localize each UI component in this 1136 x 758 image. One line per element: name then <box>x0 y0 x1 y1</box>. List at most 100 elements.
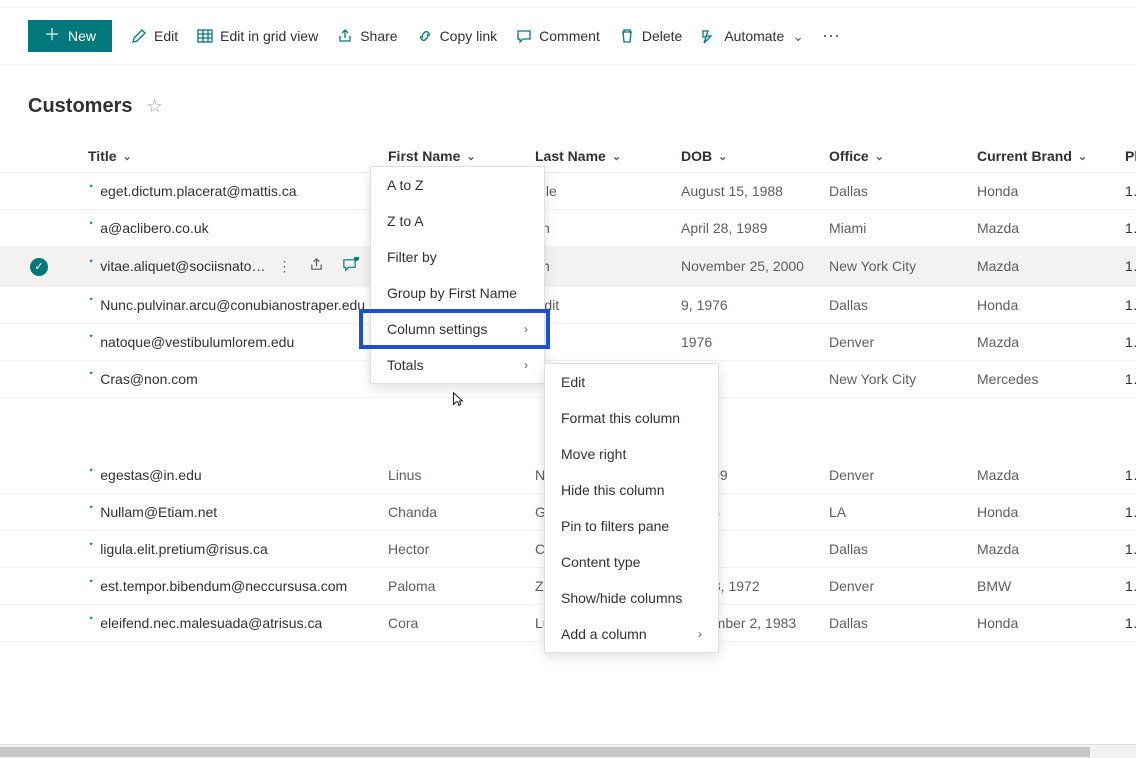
delete-button[interactable]: Delete <box>618 27 682 45</box>
submenu-item[interactable]: Pin to filters pane <box>545 508 718 544</box>
item-indicator-icon: ⋆ <box>88 297 94 306</box>
edit-label: Edit <box>154 28 178 44</box>
item-indicator-icon: ⋆ <box>88 615 94 624</box>
pho-cell: 1-99 <box>1115 173 1136 210</box>
brand-cell: Mazda <box>967 323 1115 360</box>
row-select-cell[interactable]: ✓ <box>0 247 78 287</box>
submenu-item[interactable]: Add a column› <box>545 616 718 652</box>
row-select-cell[interactable] <box>0 457 78 494</box>
new-button[interactable]: ＋ New <box>28 20 112 52</box>
title-text: a@aclibero.co.uk <box>100 220 208 236</box>
office-cell: Dallas <box>819 286 967 323</box>
column-header-title[interactable]: Title⌄ <box>78 140 378 173</box>
title-cell[interactable]: ⋆eget.dictum.placerat@mattis.ca <box>78 173 378 210</box>
title-cell[interactable]: ⋆Cras@non.com <box>78 360 378 397</box>
submenu-item[interactable]: Hide this column <box>545 472 718 508</box>
row-select-cell[interactable] <box>0 531 78 568</box>
pencil-icon <box>130 27 148 45</box>
header-menu-item[interactable]: Z to A <box>371 203 544 239</box>
edit-in-grid-button[interactable]: Edit in grid view <box>196 27 318 45</box>
column-header-select[interactable] <box>0 140 78 173</box>
submenu-item[interactable]: Move right <box>545 436 718 472</box>
submenu-item[interactable]: Show/hide columns <box>545 580 718 616</box>
submenu-item[interactable]: Content type <box>545 544 718 580</box>
row-select-cell[interactable] <box>0 210 78 247</box>
brand-cell: Mazda <box>967 210 1115 247</box>
header-menu-item[interactable]: Totals › <box>371 347 544 383</box>
column-header-menu: A to ZZ to AFilter by Group by First Name… <box>370 166 545 384</box>
favorite-star-icon[interactable]: ☆ <box>146 96 162 117</box>
column-header-dob[interactable]: DOB⌄ <box>671 140 819 173</box>
item-indicator-icon: ⋆ <box>88 334 94 343</box>
dob-cell: November 25, 2000 <box>671 247 819 287</box>
row-select-cell[interactable] <box>0 323 78 360</box>
title-cell[interactable]: ⋆est.tempor.bibendum@neccursusa.com <box>78 568 378 605</box>
header-menu-item[interactable]: A to Z <box>371 167 544 203</box>
row-more-icon[interactable]: ⋮ <box>277 258 291 275</box>
title-text: Nullam@Etiam.net <box>100 504 217 520</box>
column-header-office[interactable]: Office⌄ <box>819 140 967 173</box>
header-menu-item[interactable]: Group by First Name <box>371 275 544 311</box>
row-comment-icon[interactable] <box>342 257 357 275</box>
column-header-last-name[interactable]: Last Name⌄ <box>525 140 671 173</box>
table-row[interactable]: ⋆natoque@vestibulumlorem.edu1976DenverMa… <box>0 323 1136 360</box>
chevron-down-icon: ⌄ <box>718 150 727 163</box>
share-label: Share <box>360 28 397 44</box>
automate-label: Automate <box>724 28 784 44</box>
header-menu-item[interactable]: Column settings› <box>371 311 544 347</box>
column-header-current-brand[interactable]: Current Brand⌄ <box>967 140 1115 173</box>
command-bar: ＋ New Edit Edit in grid view Share Copy … <box>0 8 1136 65</box>
row-select-cell[interactable] <box>0 605 78 642</box>
header-menu-item-label: Group by First Name <box>387 285 517 301</box>
office-cell: New York City <box>819 360 967 397</box>
submenu-item[interactable]: Edit <box>545 364 718 400</box>
delete-label: Delete <box>642 28 682 44</box>
automate-button[interactable]: Automate ⌄ <box>700 27 804 45</box>
plus-icon: ＋ <box>44 28 60 44</box>
pho-cell: 1-40 <box>1115 605 1136 642</box>
office-cell: Denver <box>819 457 967 494</box>
title-cell[interactable]: ⋆eleifend.nec.malesuada@atrisus.ca <box>78 605 378 642</box>
title-cell[interactable]: ⋆Nullam@Etiam.net <box>78 494 378 531</box>
row-select-cell[interactable] <box>0 286 78 323</box>
scrollbar-thumb[interactable] <box>0 747 1090 757</box>
row-share-icon[interactable] <box>309 257 324 275</box>
header-menu-item-label: Column settings <box>387 321 487 337</box>
dob-cell: 9, 1976 <box>671 286 819 323</box>
first-cell: Chanda <box>378 494 525 531</box>
chevron-down-icon: ⌄ <box>612 150 621 163</box>
title-cell[interactable]: ⋆vitae.aliquet@sociisnato…⋮ <box>78 247 378 287</box>
title-cell[interactable]: ⋆ Nunc.pulvinar.arcu@conubianostraper.edu <box>78 286 378 323</box>
table-row[interactable]: ✓⋆vitae.aliquet@sociisnato…⋮ithNovember … <box>0 247 1136 287</box>
title-cell[interactable]: ⋆egestas@in.edu <box>78 457 378 494</box>
copy-link-button[interactable]: Copy link <box>416 27 498 45</box>
chevron-right-icon: › <box>698 627 702 641</box>
row-select-cell[interactable] <box>0 568 78 605</box>
office-cell: Denver <box>819 568 967 605</box>
title-cell[interactable]: ⋆a@aclibero.co.uk <box>78 210 378 247</box>
submenu-item-label: Move right <box>561 446 626 462</box>
table-row[interactable]: ⋆a@aclibero.co.ukithApril 28, 1989MiamiM… <box>0 210 1136 247</box>
title-cell[interactable]: ⋆ natoque@vestibulumlorem.edu <box>78 323 378 360</box>
title-text: natoque@vestibulumlorem.edu <box>100 334 294 350</box>
overflow-button[interactable]: ⋯ <box>822 26 840 47</box>
horizontal-scrollbar[interactable] <box>0 744 1136 758</box>
row-select-cell[interactable] <box>0 360 78 397</box>
edit-button[interactable]: Edit <box>130 27 178 45</box>
row-select-cell[interactable] <box>0 173 78 210</box>
table-row[interactable]: ⋆ Nunc.pulvinar.arcu@conubianostraper.edu… <box>0 286 1136 323</box>
comment-button[interactable]: Comment <box>515 27 600 45</box>
table-row[interactable]: ⋆eget.dictum.placerat@mattis.caelleAugus… <box>0 173 1136 210</box>
comment-icon <box>515 27 533 45</box>
header-menu-item[interactable]: Filter by <box>371 239 544 275</box>
title-text: Nunc.pulvinar.arcu@conubianostraper.edu <box>100 297 365 313</box>
brand-cell: Honda <box>967 494 1115 531</box>
column-header-pho[interactable]: Pho <box>1115 140 1136 173</box>
share-button[interactable]: Share <box>336 27 397 45</box>
row-select-cell[interactable] <box>0 494 78 531</box>
chevron-right-icon: › <box>524 358 528 372</box>
title-cell[interactable]: ⋆ligula.elit.pretium@risus.ca <box>78 531 378 568</box>
submenu-item[interactable]: Format this column <box>545 400 718 436</box>
header-menu-item-label: Totals <box>387 357 424 373</box>
last-cell: ith <box>525 210 671 247</box>
